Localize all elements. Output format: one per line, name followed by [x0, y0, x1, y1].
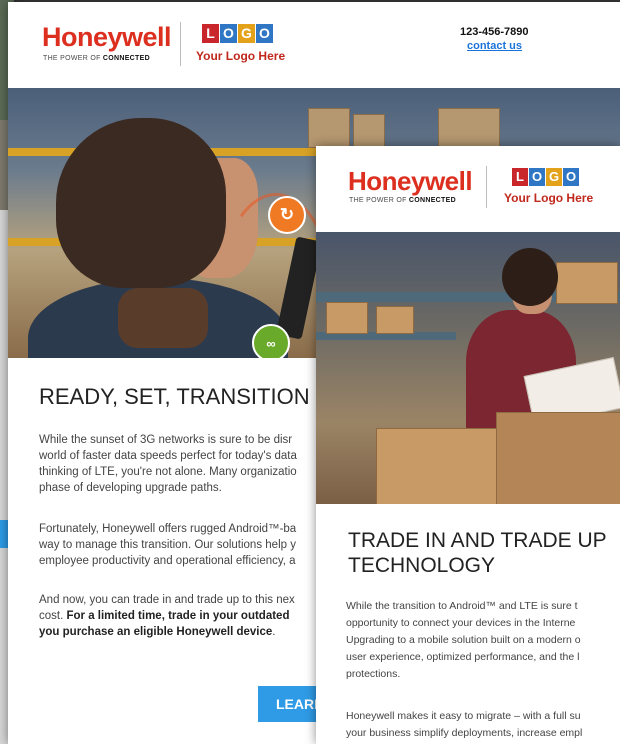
- worker-head: [502, 248, 558, 306]
- migration-paragraph: Honeywell makes it easy to migrate – wit…: [346, 708, 582, 742]
- open-carton: [496, 412, 620, 504]
- partner-logo-letter-2: O: [529, 168, 545, 186]
- offer-paragraph: And now, you can trade in and trade up t…: [39, 592, 295, 640]
- worker-head: [56, 118, 226, 288]
- carton: [376, 428, 508, 504]
- title-line: TECHNOLOGY: [348, 554, 496, 577]
- offer-text: .: [272, 626, 276, 638]
- intro-paragraph: While the sunset of 3G networks is sure …: [39, 432, 297, 496]
- paragraph-line: employee productivity and operational ef…: [39, 555, 296, 567]
- honeywell-logo: Honeywell: [348, 166, 473, 196]
- partner-logo-letter-2: O: [220, 24, 237, 43]
- email-title: TRADE IN AND TRADE UP TECHNOLOGY: [348, 528, 607, 578]
- solution-paragraph: Fortunately, Honeywell offers rugged And…: [39, 521, 296, 569]
- clock-arrow-icon: ↻: [268, 196, 306, 234]
- hero-image-packing-worker: [316, 232, 620, 504]
- paragraph-line: And now, you can trade in and trade up t…: [39, 594, 295, 606]
- honeywell-logo: Honeywell: [42, 22, 172, 52]
- partner-logo-letter-3: G: [546, 168, 562, 186]
- carton: [556, 262, 618, 304]
- honeywell-tagline: THE POWER OF CONNECTED: [43, 55, 150, 62]
- link-icon: ∞: [252, 324, 290, 358]
- shelf-box: [308, 108, 350, 148]
- paragraph-line: world of faster data speeds perfect for …: [39, 450, 297, 462]
- offer-bold-text: you purchase an eligible Honeywell devic…: [39, 626, 273, 638]
- email-header: Honeywell THE POWER OF CONNECTED L O G O…: [8, 2, 620, 88]
- partner-logo: L O G O: [512, 168, 579, 186]
- paragraph-line: you purchase an eligible Honeywell devic…: [39, 624, 295, 640]
- paragraph-line: While the transition to Android™ and LTE…: [346, 600, 578, 612]
- carton: [326, 302, 368, 334]
- honeywell-tagline: THE POWER OF CONNECTED: [349, 197, 456, 204]
- paragraph-line: Honeywell makes it easy to migrate – wit…: [346, 710, 581, 722]
- partner-logo-letter-3: G: [238, 24, 255, 43]
- intro-paragraph: While the transition to Android™ and LTE…: [346, 598, 581, 683]
- paragraph-line: way to manage this transition. Our solut…: [39, 539, 296, 551]
- contact-us-link[interactable]: contact us: [467, 40, 522, 52]
- partner-logo-letter-1: L: [202, 24, 219, 43]
- partner-logo-letter-1: L: [512, 168, 528, 186]
- paragraph-line: your business simplify deployments, incr…: [346, 727, 583, 739]
- logo-divider: [180, 22, 181, 66]
- email-trade-in-trade-up: Honeywell THE POWER OF CONNECTED L O G O…: [316, 146, 620, 744]
- carton: [376, 306, 414, 334]
- shelf-box: [438, 108, 500, 148]
- paragraph-line: opportunity to connect your devices in t…: [346, 617, 576, 629]
- partner-logo-caption: Your Logo Here: [196, 49, 286, 63]
- title-line: TRADE IN AND TRADE UP: [348, 529, 607, 552]
- partner-logo: L O G O: [202, 24, 273, 43]
- paragraph-line: Fortunately, Honeywell offers rugged And…: [39, 523, 297, 535]
- logo-divider: [486, 166, 487, 208]
- worker-collar: [118, 288, 208, 348]
- paragraph-line: Upgrading to a mobile solution built on …: [346, 634, 581, 646]
- offer-text: cost.: [39, 610, 67, 622]
- partner-logo-letter-4: O: [563, 168, 579, 186]
- shelf-box: [353, 114, 385, 148]
- email-title: READY, SET, TRANSITION: [39, 384, 310, 409]
- paragraph-line: thinking of LTE, you're not alone. Many …: [39, 466, 297, 478]
- email-header: Honeywell THE POWER OF CONNECTED L O G O…: [316, 146, 620, 232]
- paragraph-line: protections.: [346, 668, 401, 680]
- phone-number: 123-456-7890: [460, 26, 529, 38]
- offer-bold-text: For a limited time, trade in your outdat…: [66, 610, 290, 622]
- paragraph-line: While the sunset of 3G networks is sure …: [39, 434, 293, 446]
- partner-logo-letter-4: O: [256, 24, 273, 43]
- paragraph-line: user experience, optimized performance, …: [346, 651, 580, 663]
- partner-logo-caption: Your Logo Here: [504, 191, 594, 205]
- paragraph-line: cost. For a limited time, trade in your …: [39, 608, 295, 624]
- paragraph-line: phase of developing upgrade paths.: [39, 482, 222, 494]
